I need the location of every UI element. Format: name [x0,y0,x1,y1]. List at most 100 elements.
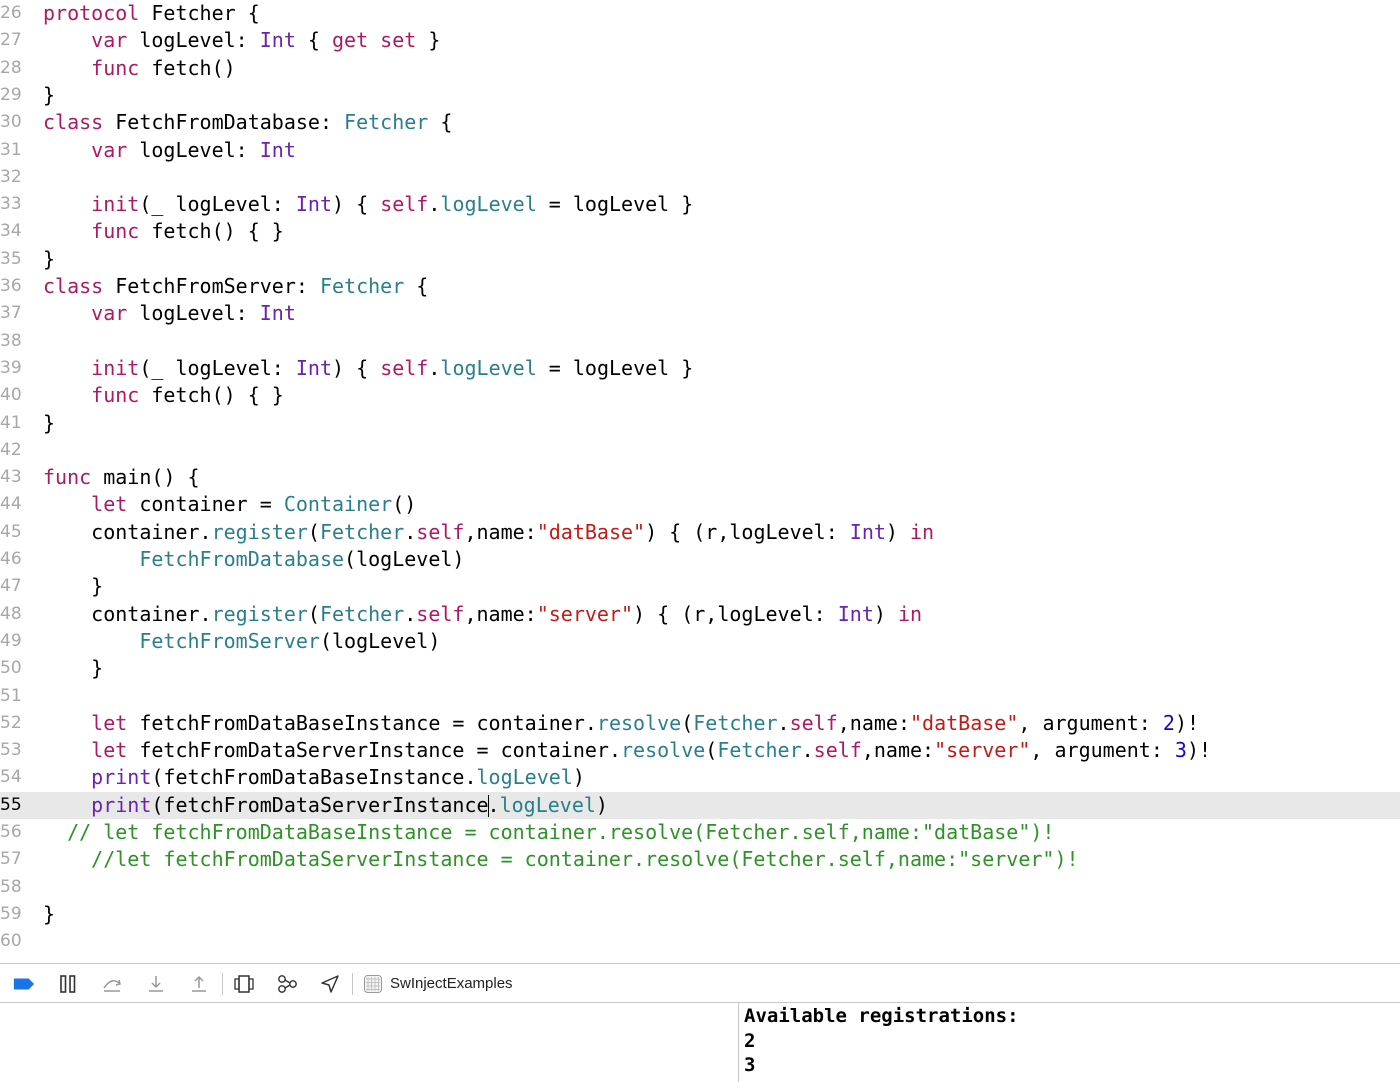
line-number[interactable]: 46 [0,546,24,573]
line-number[interactable]: 47 [0,573,24,600]
line-number[interactable]: 26 [0,0,24,27]
code-text[interactable]: var logLevel: Int [43,137,296,164]
line-number[interactable]: 45 [0,519,24,546]
code-line[interactable]: 35} [0,246,1400,273]
code-text[interactable]: container.register(Fetcher.self,name:"da… [43,519,934,546]
code-line[interactable]: 26 protocol Fetcher { [0,0,1400,27]
code-line[interactable]: 59} [0,901,1400,928]
code-text[interactable]: container.register(Fetcher.self,name:"se… [43,601,922,628]
code-text[interactable]: } [43,246,55,273]
code-line[interactable]: 45 container.register(Fetcher.self,name:… [0,519,1400,546]
line-number[interactable]: 37 [0,300,24,327]
code-text[interactable]: //let fetchFromDataServerInstance = cont… [43,846,1078,873]
code-line[interactable]: 57 //let fetchFromDataServerInstance = c… [0,846,1400,873]
code-line[interactable]: 39 init(_ logLevel: Int) { self.logLevel… [0,355,1400,382]
code-text[interactable]: } [43,655,103,682]
code-line[interactable]: 52 let fetchFromDataBaseInstance = conta… [0,710,1400,737]
line-number[interactable]: 43 [0,464,24,491]
code-line[interactable]: 60 [0,928,1400,955]
line-number[interactable]: 59 [0,901,24,928]
line-number[interactable]: 33 [0,191,24,218]
line-number[interactable]: 56 [0,819,24,846]
line-number[interactable]: 48 [0,601,24,628]
line-number[interactable]: 40 [0,382,24,409]
code-text[interactable]: protocol Fetcher { [43,0,260,27]
code-line[interactable]: 34 func fetch() { } [0,218,1400,245]
target-name-label[interactable]: SwInjectExamples [390,974,513,994]
code-text[interactable]: class FetchFromServer: Fetcher { [43,273,428,300]
code-line[interactable]: 32 [0,164,1400,191]
line-number[interactable]: 29 [0,82,24,109]
code-text[interactable]: init(_ logLevel: Int) { self.logLevel = … [43,355,693,382]
code-line[interactable]: 56 // let fetchFromDataBaseInstance = co… [0,819,1400,846]
debug-view-hierarchy-button[interactable] [233,973,255,995]
line-number[interactable]: 55 [0,792,24,819]
line-number[interactable]: 60 [0,928,24,955]
code-line[interactable]: 54 print(fetchFromDataBaseInstance.logLe… [0,764,1400,791]
code-text[interactable]: let fetchFromDataServerInstance = contai… [43,737,1211,764]
code-line[interactable]: 31 var logLevel: Int [0,137,1400,164]
line-number[interactable]: 42 [0,437,24,464]
code-text[interactable]: print(fetchFromDataServerInstance.logLev… [43,792,608,819]
line-number[interactable]: 36 [0,273,24,300]
code-line[interactable]: 28 func fetch() [0,55,1400,82]
code-text[interactable]: func fetch() [43,55,236,82]
code-text[interactable]: } [43,82,55,109]
code-line[interactable]: 33 init(_ logLevel: Int) { self.logLevel… [0,191,1400,218]
code-editor[interactable]: 26 protocol Fetcher {27 var logLevel: Int… [0,0,1400,963]
code-line[interactable]: 49 FetchFromServer(logLevel) [0,628,1400,655]
code-line[interactable]: 29} [0,82,1400,109]
code-line[interactable]: 42 [0,437,1400,464]
debug-memory-graph-button[interactable] [276,973,298,995]
code-text[interactable]: FetchFromDatabase(logLevel) [43,546,464,573]
line-number[interactable]: 35 [0,246,24,273]
code-line[interactable]: 40 func fetch() { } [0,382,1400,409]
line-number[interactable]: 52 [0,710,24,737]
step-into-button[interactable] [145,973,167,995]
code-text[interactable]: } [43,410,55,437]
line-number[interactable]: 31 [0,137,24,164]
code-line[interactable]: 47 } [0,573,1400,600]
code-text[interactable]: let fetchFromDataBaseInstance = containe… [43,710,1199,737]
simulate-location-button[interactable] [319,973,341,995]
line-number[interactable]: 39 [0,355,24,382]
code-text[interactable]: print(fetchFromDataBaseInstance.logLevel… [43,764,585,791]
code-line[interactable]: 41} [0,410,1400,437]
code-line[interactable]: 51 [0,683,1400,710]
line-number[interactable]: 38 [0,328,24,355]
line-number[interactable]: 32 [0,164,24,191]
code-text[interactable]: // let fetchFromDataBaseInstance = conta… [43,819,1054,846]
line-number[interactable]: 57 [0,846,24,873]
code-line[interactable]: 30 class FetchFromDatabase: Fetcher { [0,109,1400,136]
code-line[interactable]: 55 print(fetchFromDataServerInstance.log… [0,791,1400,819]
pause-continue-button[interactable] [57,973,79,995]
code-text[interactable]: FetchFromServer(logLevel) [43,628,440,655]
code-line[interactable]: 53 let fetchFromDataServerInstance = con… [0,737,1400,764]
line-number[interactable]: 54 [0,764,24,791]
code-text[interactable]: func fetch() { } [43,382,284,409]
line-number[interactable]: 50 [0,655,24,682]
line-number[interactable]: 30 [0,109,24,136]
code-text[interactable]: } [43,573,103,600]
line-number[interactable]: 53 [0,737,24,764]
line-number[interactable]: 28 [0,55,24,82]
console-divider[interactable] [738,1003,739,1082]
code-line[interactable]: 27 var logLevel: Int { get set } [0,27,1400,54]
line-number[interactable]: 34 [0,218,24,245]
line-number[interactable]: 44 [0,491,24,518]
line-number[interactable]: 27 [0,27,24,54]
code-text[interactable]: let container = Container() [43,491,416,518]
code-line[interactable]: 58 [0,874,1400,901]
code-line[interactable]: 38 [0,328,1400,355]
line-number[interactable]: 51 [0,683,24,710]
code-line[interactable]: 36 class FetchFromServer: Fetcher { [0,273,1400,300]
code-line[interactable]: 48 container.register(Fetcher.self,name:… [0,601,1400,628]
code-text[interactable]: var logLevel: Int [43,300,296,327]
code-line[interactable]: 43 func main() { [0,464,1400,491]
console-output[interactable]: Available registrations: 2 3 [744,1004,1019,1078]
code-text[interactable]: func main() { [43,464,200,491]
breakpoints-toggle-button[interactable] [13,973,35,995]
code-text[interactable]: class FetchFromDatabase: Fetcher { [43,109,452,136]
variables-view[interactable] [0,1003,738,1082]
line-number[interactable]: 41 [0,410,24,437]
